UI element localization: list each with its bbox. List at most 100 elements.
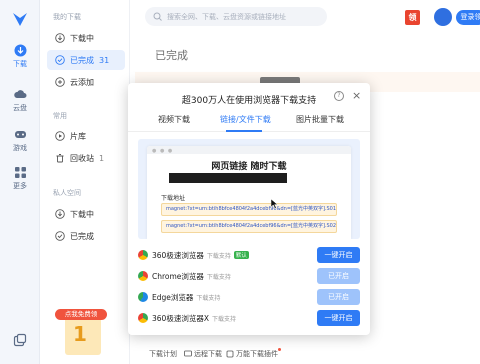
gamepad-icon (14, 131, 26, 138)
feature-preview: ● ● ● 网页链接 随时下载 下载地址 magnet:?xt=urn:btih… (138, 139, 360, 239)
film-icon (55, 131, 65, 141)
browser-row: Edge浏览器 下载支持 已开启 (138, 287, 360, 307)
sidebar-item-completed[interactable]: 已完成 31 (47, 50, 125, 70)
rail-item-download[interactable]: 下载 (0, 44, 40, 69)
browser-sub: 下载支持 (211, 315, 236, 323)
plugin-icon (226, 350, 234, 358)
browser-sub: 下载支持 (206, 252, 231, 260)
section-title-common: 常用 (53, 112, 67, 120)
preview-banner (169, 173, 287, 183)
avatar[interactable] (434, 8, 452, 26)
preview-heading: 网页链接 随时下载 (211, 162, 287, 172)
login-button[interactable]: 登录领 (456, 10, 480, 25)
sidebar-item-cloud-add[interactable]: 云添加 (47, 72, 125, 92)
sidebar-item-library[interactable]: 片库 (47, 126, 125, 146)
preview-label: 下载地址 (161, 195, 186, 202)
browser-name: Chrome浏览器 (152, 271, 204, 281)
bottom-label: 万能下载插件 (236, 350, 278, 358)
check-circle-icon (55, 55, 65, 65)
browser-support-dialog: 超300万人在使用浏览器下载支持 ? × 视频下载 链接/文件下载 图片批量下载… (128, 83, 370, 335)
browser-row: 360极速浏览器X 下载支持 一键开启 (138, 308, 360, 328)
check-circle-icon (55, 231, 65, 241)
grid-icon (14, 167, 26, 178)
app-logo-icon (13, 13, 27, 26)
bottom-bar: 下载计划 远程下载 万能下载插件 (131, 345, 480, 364)
notification-dot (278, 348, 281, 351)
rail-label: 游戏 (13, 144, 27, 152)
sidebar-item-label: 已完成 (70, 231, 94, 241)
browser-name: 360极速浏览器X (152, 313, 209, 323)
remote-icon (184, 350, 192, 357)
rail-item-games[interactable]: 游戏 (0, 128, 40, 153)
tab-underline (226, 130, 262, 132)
enabled-button[interactable]: 已开启 (317, 289, 360, 305)
sidebar-item-label: 回收站 (70, 153, 94, 163)
edge-icon (138, 292, 148, 302)
search-input[interactable]: 搜索全网、下载、云盘资源或链接地址 (145, 7, 327, 26)
rail-item-more[interactable]: 更多 (0, 166, 40, 191)
preview-browser-header: ● ● ● (147, 146, 351, 154)
download-plan-link[interactable]: 下载计划 (149, 349, 177, 359)
sidebar-item-label: 云添加 (70, 77, 94, 87)
browser-sub: 下载支持 (206, 273, 231, 281)
free-coupon[interactable]: 点我免费领 1 (55, 305, 107, 355)
plugin-link[interactable]: 万能下载插件 (226, 349, 278, 359)
search-icon (153, 12, 162, 21)
download-icon (55, 209, 65, 219)
trash-icon (56, 154, 64, 163)
download-icon (14, 44, 26, 57)
coupon-number: 1 (73, 322, 87, 346)
enabled-button[interactable]: 已开启 (317, 268, 360, 284)
gift-badge[interactable]: 领 (405, 10, 420, 25)
cloud-add-icon (55, 77, 65, 87)
default-badge: 默认 (233, 251, 249, 259)
preview-browser-window: ● ● ● 网页链接 随时下载 下载地址 magnet:?xt=urn:btih… (147, 146, 351, 239)
enable-button[interactable]: 一键开启 (317, 247, 360, 263)
preview-link: magnet:?xt=urn:btih8bfce4804f2a4dcebf96&… (161, 220, 337, 233)
sidebar-item-trash[interactable]: 回收站 1 (47, 148, 125, 168)
tab-link-file[interactable]: 链接/文件下载 (220, 114, 271, 125)
rail-label: 下载 (13, 60, 27, 68)
help-icon[interactable]: ? (334, 91, 344, 101)
count-badge: 31 (99, 55, 110, 65)
chrome-icon (138, 271, 148, 281)
browser-sub: 下载支持 (196, 294, 221, 302)
browser-row: Chrome浏览器 下载支持 已开启 (138, 266, 360, 286)
browser-name: 360极速浏览器 (152, 250, 204, 260)
browser-360x-icon (138, 313, 148, 323)
bottom-label: 下载计划 (149, 350, 177, 358)
rail-item-cloud[interactable]: 云盘 (0, 88, 40, 113)
search-placeholder: 搜索全网、下载、云盘资源或链接地址 (167, 12, 286, 21)
enable-button[interactable]: 一键开启 (317, 310, 360, 326)
tab-video[interactable]: 视频下载 (158, 114, 190, 125)
count-badge: 1 (99, 153, 105, 163)
tab-image-batch[interactable]: 图片批量下载 (296, 114, 344, 125)
close-icon[interactable]: × (352, 89, 361, 102)
sidebar-item-private-downloading[interactable]: 下载中 (47, 204, 125, 224)
sidebar-item-label: 下载中 (70, 33, 94, 43)
cloud-icon (13, 90, 26, 98)
section-title-my: 我的下载 (53, 13, 81, 21)
rail-label: 更多 (13, 182, 27, 190)
rail-label: 云盘 (13, 104, 27, 112)
sidebar-item-downloading[interactable]: 下载中 (47, 28, 125, 48)
coupon-ribbon: 点我免费领 (55, 309, 107, 320)
section-title-private: 私人空间 (53, 189, 81, 197)
sidebar-item-label: 片库 (70, 131, 86, 141)
remote-download-link[interactable]: 远程下载 (184, 349, 222, 359)
browser-row: 360极速浏览器 下载支持 默认 一键开启 (138, 245, 360, 265)
sidebar-item-private-completed[interactable]: 已完成 (47, 226, 125, 246)
browser-360-icon (138, 250, 148, 260)
dialog-tabs: 视频下载 链接/文件下载 图片批量下载 (128, 114, 370, 132)
top-bar: 搜索全网、下载、云盘资源或链接地址 领 登录领 (131, 0, 480, 34)
browser-name: Edge浏览器 (152, 292, 194, 302)
bottom-label: 远程下载 (194, 350, 222, 358)
window-icon[interactable] (13, 333, 27, 347)
sidebar-item-label: 已完成 (70, 55, 94, 65)
left-rail: 下载 云盘 游戏 更多 (0, 0, 40, 364)
sidebar-item-label: 下载中 (70, 209, 94, 219)
cursor-icon (271, 199, 279, 209)
window-controls-icon: ● ● ● (152, 148, 174, 154)
preview-link: magnet:?xt=urn:btih8bfce4804f2a4dcebf96&… (161, 203, 337, 216)
download-icon (55, 33, 65, 43)
